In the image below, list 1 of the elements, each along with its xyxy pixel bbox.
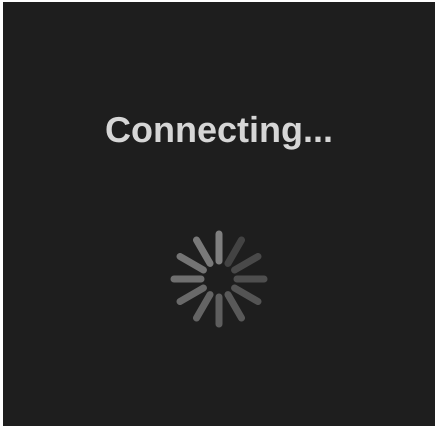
status-text: Connecting... [105, 112, 333, 148]
